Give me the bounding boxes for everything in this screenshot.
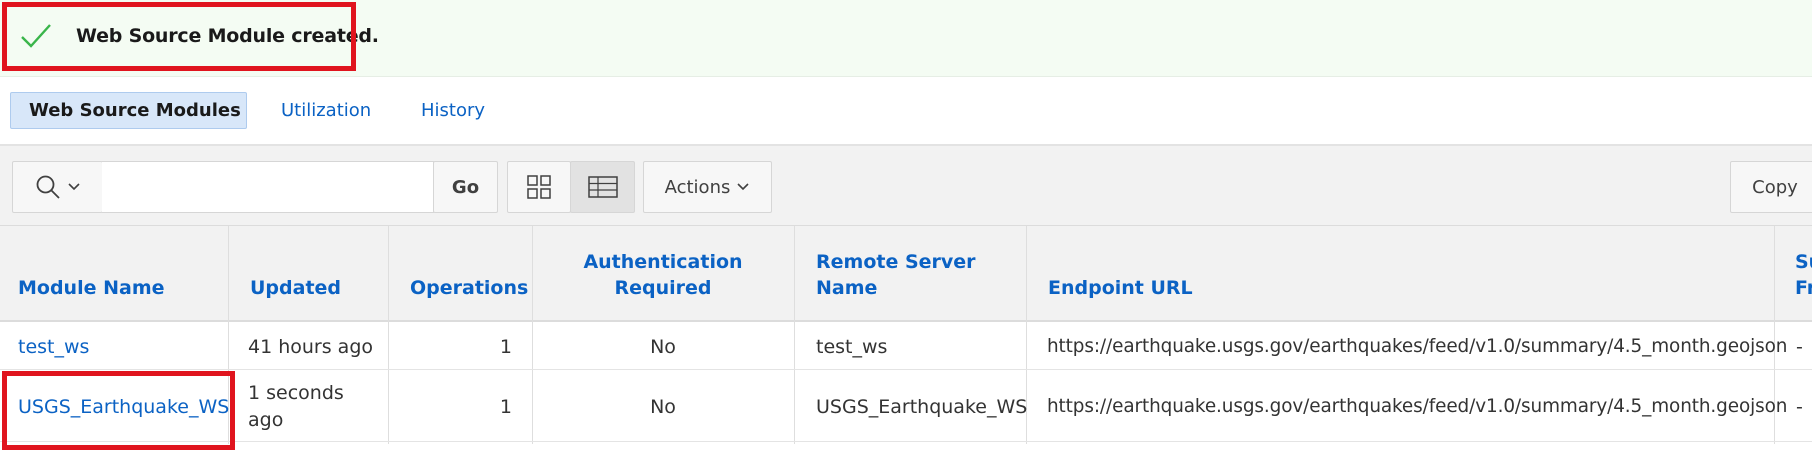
search-input[interactable] xyxy=(102,161,434,213)
operations-cell: 1 xyxy=(499,336,512,358)
endpoint-url-cell: https://earthquake.usgs.gov/earthquakes/… xyxy=(1047,336,1788,357)
column-header-remote-server-line2: Name xyxy=(816,277,878,299)
auth-required-cell: No xyxy=(650,336,676,358)
column-header-operations[interactable]: Operations xyxy=(410,275,528,301)
module-name-link[interactable]: USGS_Earthquake_WS xyxy=(18,394,229,420)
actions-menu-button[interactable]: Actions xyxy=(643,161,772,213)
go-button[interactable]: Go xyxy=(433,161,498,213)
actions-label: Actions xyxy=(664,176,731,198)
grid-view-button[interactable] xyxy=(507,161,571,213)
endpoint-url-cell: https://earthquake.usgs.gov/earthquakes/… xyxy=(1047,396,1788,417)
column-header-remote-server[interactable]: Remote Server xyxy=(816,249,976,275)
remote-server-cell: USGS_Earthquake_WS xyxy=(816,396,1028,418)
column-header-authentication[interactable]: Authentication xyxy=(532,249,794,275)
column-header-next[interactable]: Su xyxy=(1795,249,1812,275)
column-header-module-name[interactable]: Module Name xyxy=(18,275,165,301)
next-cell: - xyxy=(1796,336,1803,358)
column-header-updated[interactable]: Updated xyxy=(250,275,341,301)
list-view-icon xyxy=(587,176,618,198)
updated-cell-line2: ago xyxy=(248,409,284,431)
search-icon xyxy=(36,175,60,199)
operations-cell: 1 xyxy=(499,396,512,418)
remote-server-cell: test_ws xyxy=(816,336,888,358)
updated-cell: 41 hours ago xyxy=(248,336,374,358)
chevron-down-icon xyxy=(737,183,749,191)
success-message: Web Source Module created. xyxy=(76,25,379,47)
grid-view-icon xyxy=(527,175,551,199)
column-header-next-line2: Fr xyxy=(1795,277,1812,299)
column-divider xyxy=(794,226,795,444)
row-divider xyxy=(0,369,1812,370)
tab-web-source-modules[interactable]: Web Source Modules xyxy=(10,92,247,129)
tab-utilization[interactable]: Utilization xyxy=(262,92,390,129)
chevron-down-icon xyxy=(67,183,80,191)
copy-button[interactable]: Copy xyxy=(1730,161,1812,213)
column-header-authentication-line2: Required xyxy=(614,277,712,299)
check-icon xyxy=(21,24,51,48)
updated-cell: 1 seconds xyxy=(248,382,344,404)
module-name-link[interactable]: test_ws xyxy=(18,334,89,360)
tab-history[interactable]: History xyxy=(402,92,504,129)
row-divider xyxy=(0,441,1812,442)
auth-required-cell: No xyxy=(650,396,676,418)
list-view-button[interactable] xyxy=(570,161,635,213)
search-column-button[interactable] xyxy=(12,161,103,213)
next-cell: - xyxy=(1796,396,1803,418)
column-header-endpoint-url[interactable]: Endpoint URL xyxy=(1048,275,1193,301)
success-banner: Web Source Module created. xyxy=(0,0,1812,77)
